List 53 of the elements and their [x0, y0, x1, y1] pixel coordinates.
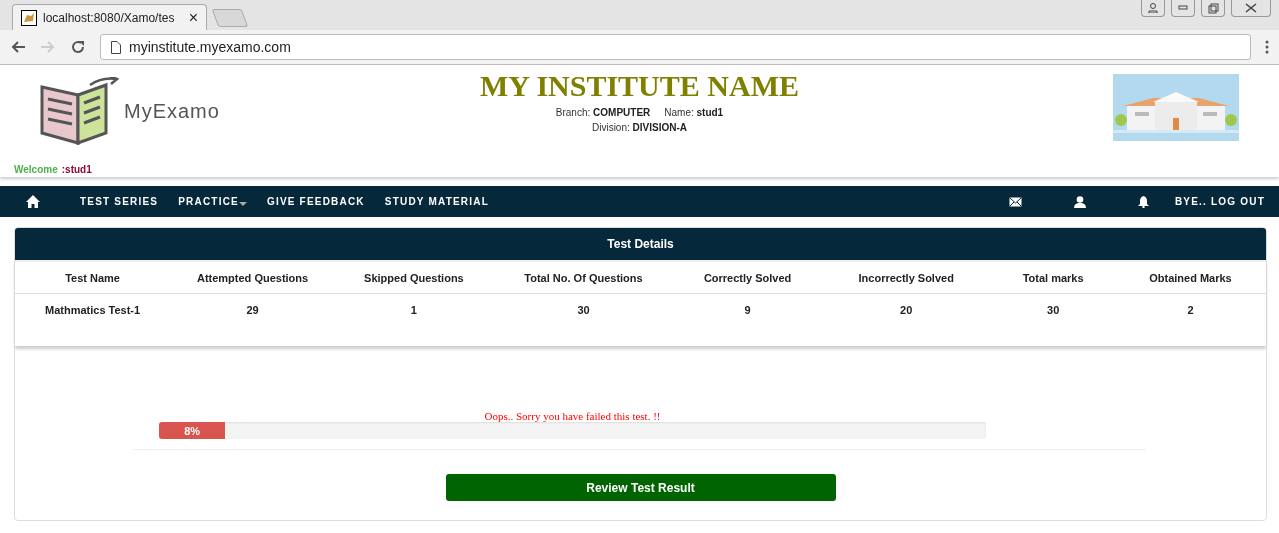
progress-fill: 8% — [159, 422, 226, 439]
table-cell-text: 30 — [1046, 303, 1061, 318]
institute-name: MY INSTITUTE NAME — [480, 69, 799, 103]
branch-info: Branch: COMPUTER — [555, 107, 651, 118]
browser-tab[interactable]: localhost:8080/Xamo/tes × — [12, 4, 207, 30]
close-window-button[interactable] — [1231, 0, 1271, 17]
bell-icon[interactable] — [1137, 195, 1149, 208]
restore-icon — [1207, 2, 1219, 14]
column-header: Total marks — [991, 260, 1115, 294]
column-header: Test Name — [15, 260, 171, 294]
column-header: Attempted Questions — [170, 260, 335, 294]
tab-title: localhost:8080/Xamo/tes — [43, 10, 176, 25]
column-header: Incorrectly Solved — [821, 260, 992, 294]
logout-link[interactable]: BYE.. LOG OUT — [1174, 196, 1265, 207]
book-icon — [40, 77, 120, 145]
mail-icon[interactable] — [1008, 196, 1022, 207]
address-bar[interactable]: myinstitute.myexamo.com — [100, 34, 1251, 60]
caret-icon — [238, 202, 247, 207]
column-header: Correctly Solved — [674, 260, 822, 294]
home-icon[interactable] — [26, 195, 40, 208]
review-button[interactable]: Review Test Result — [445, 474, 836, 501]
page-icon — [111, 40, 121, 54]
table-cell-text: 30 — [576, 303, 591, 318]
welcome-label: Welcome — [14, 164, 58, 175]
nav-link[interactable]: STUDY MATERIAL — [384, 196, 489, 207]
nav-link[interactable]: PRACTICE — [178, 196, 247, 207]
table-cell-text: Mathmatics Test-1 — [44, 303, 142, 318]
column-header: Skipped Questions — [334, 260, 493, 294]
table-cell-text: 20 — [899, 303, 914, 318]
fail-message: Oops.. Sorry you have failed this test. !! — [483, 410, 662, 422]
profile-button[interactable] — [1141, 0, 1165, 17]
table-cell-text: 1 — [409, 303, 418, 318]
user-icon[interactable] — [1073, 195, 1086, 208]
nav-link[interactable]: TEST SERIES — [80, 196, 159, 207]
welcome-user: :stud1 — [61, 164, 92, 175]
close-icon — [1245, 3, 1257, 13]
table-cell-text: 2 — [1186, 303, 1195, 318]
restore-button[interactable] — [1201, 0, 1225, 17]
table-cell-text: 9 — [743, 303, 752, 318]
nav-link[interactable]: GIVE FEEDBACK — [266, 196, 365, 207]
menu-icon[interactable] — [1265, 40, 1269, 54]
close-icon[interactable]: × — [188, 8, 198, 27]
minimize-icon — [1178, 5, 1188, 11]
division-info: Division: DIVISION-A — [592, 122, 687, 133]
back-icon[interactable] — [10, 40, 26, 54]
column-header: Total No. Of Questions — [492, 260, 675, 294]
card-title: Test Details — [15, 228, 1266, 260]
logo-text: MyExamo — [124, 99, 220, 123]
person-icon — [1148, 3, 1158, 13]
name-info: Name: stud1 — [664, 107, 724, 118]
column-header: Obtained Marks — [1114, 260, 1266, 294]
table-cell-text: 29 — [245, 303, 260, 318]
reload-icon[interactable] — [70, 39, 86, 55]
